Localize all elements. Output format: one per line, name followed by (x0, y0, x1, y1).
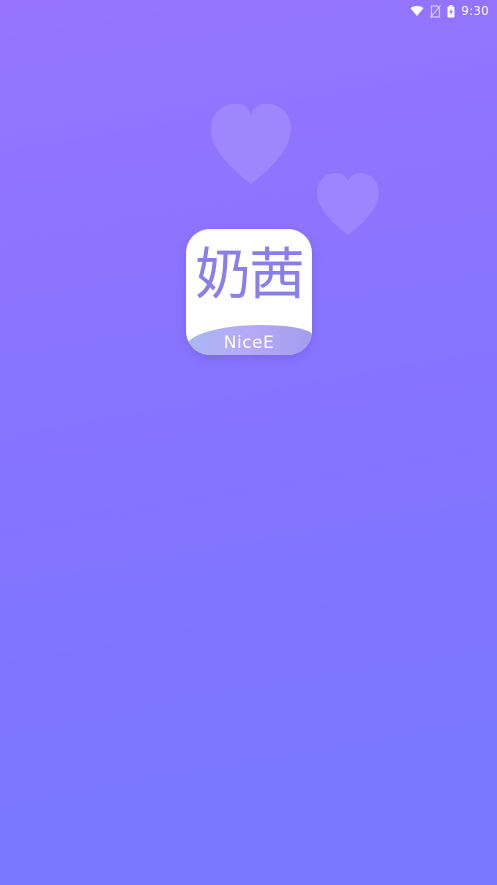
heart-icon (312, 164, 384, 242)
heart-icon (205, 92, 297, 192)
no-sim-icon (430, 4, 442, 18)
status-time: 9:30 (461, 4, 489, 18)
logo-glyphs: 奶茜 (195, 243, 305, 308)
app-logo: 奶茜 NiceE (186, 229, 312, 355)
wifi-icon (410, 5, 424, 17)
logo-brand-name: NiceE (223, 333, 275, 353)
status-bar: 9:30 (0, 0, 497, 22)
splash-screen: 9:30 奶茜 NiceE (0, 0, 497, 885)
battery-charging-icon (447, 4, 455, 18)
